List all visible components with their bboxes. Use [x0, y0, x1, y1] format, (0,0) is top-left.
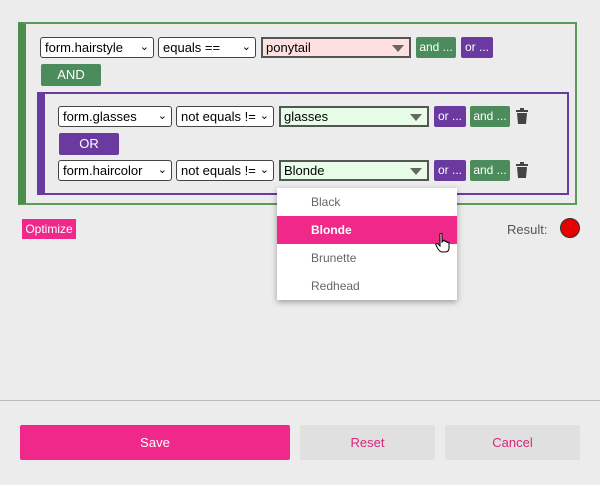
- chevron-down-icon: ⌄: [241, 41, 251, 53]
- rule2-value-text: glasses: [284, 109, 329, 124]
- rule1-operator-select[interactable]: equals == ⌄: [158, 37, 256, 58]
- rule2-operator-select[interactable]: not equals != ⌄: [176, 106, 274, 127]
- rule1-value-text: ponytail: [266, 40, 311, 55]
- dropdown-option[interactable]: Redhead: [277, 272, 457, 300]
- trash-icon[interactable]: [515, 162, 529, 178]
- chevron-down-icon: ⌄: [259, 110, 269, 122]
- rule3-operator-value: not equals !=: [181, 163, 256, 178]
- chevron-down-icon: ⌄: [139, 41, 149, 53]
- rule3-value-text: Blonde: [284, 163, 325, 178]
- footer-divider: [0, 400, 600, 401]
- rule3-and-button[interactable]: and ...: [470, 160, 510, 181]
- rule2-and-button[interactable]: and ...: [470, 106, 510, 127]
- rule2-or-button[interactable]: or ...: [434, 106, 466, 127]
- dropdown-option-selected[interactable]: Blonde: [277, 216, 457, 244]
- dropdown-option[interactable]: Black: [277, 188, 457, 216]
- rule1-value-input[interactable]: ponytail: [261, 37, 411, 58]
- trash-icon[interactable]: [515, 108, 529, 124]
- rule2-value-input[interactable]: glasses: [279, 106, 429, 127]
- rule1-or-button[interactable]: or ...: [461, 37, 493, 58]
- result-indicator: [560, 218, 580, 238]
- chevron-down-icon: ⌄: [157, 110, 167, 122]
- rule3-field-select[interactable]: form.haircolor ⌄: [58, 160, 172, 181]
- rule3-value-input[interactable]: Blonde: [279, 160, 429, 181]
- chevron-down-icon: ⌄: [157, 164, 167, 176]
- dropdown-arrow-icon: [392, 45, 404, 52]
- chevron-down-icon: ⌄: [259, 164, 269, 176]
- save-button[interactable]: Save: [20, 425, 290, 460]
- dropdown-option[interactable]: Brunette: [277, 244, 457, 272]
- reset-button[interactable]: Reset: [300, 425, 435, 460]
- optimize-button[interactable]: Optimize: [22, 219, 76, 239]
- rule1-field-select[interactable]: form.hairstyle ⌄: [40, 37, 154, 58]
- haircolor-dropdown-list: Black Blonde Brunette Redhead: [277, 188, 457, 300]
- and-connector-button[interactable]: AND: [41, 64, 101, 86]
- rule1-field-value: form.hairstyle: [45, 40, 124, 55]
- hand-cursor-icon: [435, 233, 450, 253]
- rule1-operator-value: equals ==: [163, 40, 221, 55]
- dropdown-arrow-icon: [410, 168, 422, 175]
- cancel-button[interactable]: Cancel: [445, 425, 580, 460]
- rule3-or-button[interactable]: or ...: [434, 160, 466, 181]
- rule3-operator-select[interactable]: not equals != ⌄: [176, 160, 274, 181]
- rule2-field-value: form.glasses: [63, 109, 137, 124]
- result-label: Result:: [507, 222, 548, 237]
- dropdown-arrow-icon: [410, 114, 422, 121]
- rule2-field-select[interactable]: form.glasses ⌄: [58, 106, 172, 127]
- rule3-field-value: form.haircolor: [63, 163, 143, 178]
- rule2-operator-value: not equals !=: [181, 109, 256, 124]
- or-connector-button[interactable]: OR: [59, 133, 119, 155]
- rule1-and-button[interactable]: and ...: [416, 37, 456, 58]
